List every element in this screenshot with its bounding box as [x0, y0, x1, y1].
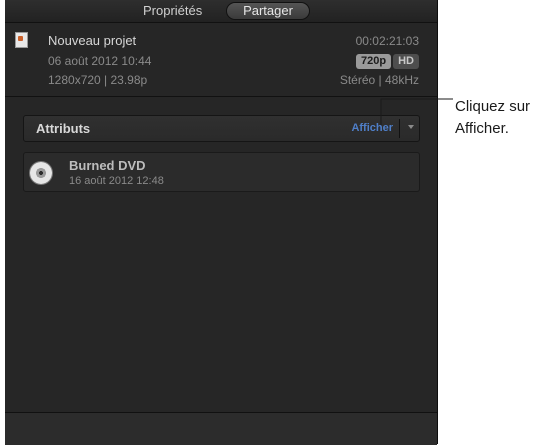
document-icon: [15, 32, 28, 48]
callout-text: Cliquez sur Afficher.: [455, 96, 530, 140]
badge-720p: 720p: [356, 54, 392, 69]
divider: [5, 96, 437, 97]
attributes-label: Attributs: [36, 121, 91, 136]
project-info: Nouveau projet 06 août 2012 10:44 1280x7…: [5, 24, 437, 94]
job-title: Burned DVD: [69, 158, 146, 173]
badge-hd: HD: [393, 54, 419, 69]
panel-footer: [5, 412, 437, 445]
share-inspector-panel: Propriétés Partager Nouveau projet 06 ao…: [5, 0, 438, 445]
project-audio: Stéréo | 48kHz: [339, 73, 419, 87]
callout-leader-line: [380, 98, 453, 125]
inspector-tab-bar: Propriétés Partager: [5, 0, 437, 23]
callout-line-2: Afficher.: [455, 120, 509, 137]
tab-share[interactable]: Partager: [226, 2, 310, 20]
attributes-header: Attributs Afficher: [23, 115, 420, 142]
project-date: 06 août 2012 10:44: [48, 54, 152, 68]
tab-properties[interactable]: Propriétés: [143, 3, 202, 19]
project-duration: 00:02:21:03: [355, 34, 419, 48]
project-resolution: 1280x720 | 23.98p: [48, 73, 148, 87]
format-badges: 720p HD: [356, 51, 419, 69]
dvd-disc-icon: [30, 162, 52, 184]
project-title: Nouveau projet: [48, 33, 137, 48]
share-job-item[interactable]: Burned DVD 16 août 2012 12:48: [23, 152, 420, 192]
job-date: 16 août 2012 12:48: [69, 175, 164, 187]
callout-line-1: Cliquez sur: [455, 98, 531, 115]
